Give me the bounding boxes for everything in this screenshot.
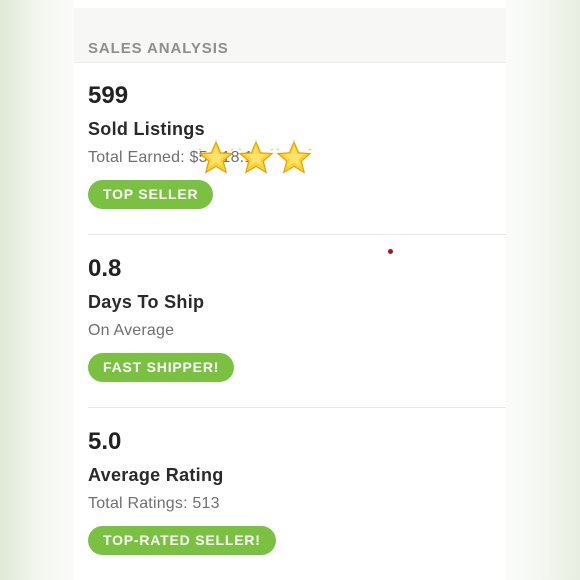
stat-label: Average Rating [88,465,224,485]
red-dot-mark [388,249,393,254]
stat-subtext: On Average [88,322,175,339]
top-rated-seller-badge: TOP-RATED SELLER! [88,526,276,555]
stat-label: Days To Ship [88,292,205,312]
stat-label: Sold Listings [88,119,205,139]
section-title: SALES ANALYSIS [88,40,229,57]
star-emoji-icon [198,140,234,174]
top-seller-badge: TOP SELLER [88,180,214,209]
card-header: SALES ANALYSIS [74,8,506,63]
fast-shipper-badge: FAST SHIPPER! [88,353,235,382]
star-emoji-icon [238,140,274,174]
star-emoji-icon [276,140,312,174]
stat-value: 5.0 [88,428,122,455]
stat-value: 0.8 [88,255,122,282]
sales-analysis-card: SALES ANALYSIS 599 Sold Listings Total E… [74,0,506,580]
three-star-emoji-icon [198,140,314,178]
divider [88,407,506,408]
divider [88,234,506,235]
stat-subtext: Total Ratings: 513 [88,495,220,512]
stat-value: 599 [88,82,129,109]
